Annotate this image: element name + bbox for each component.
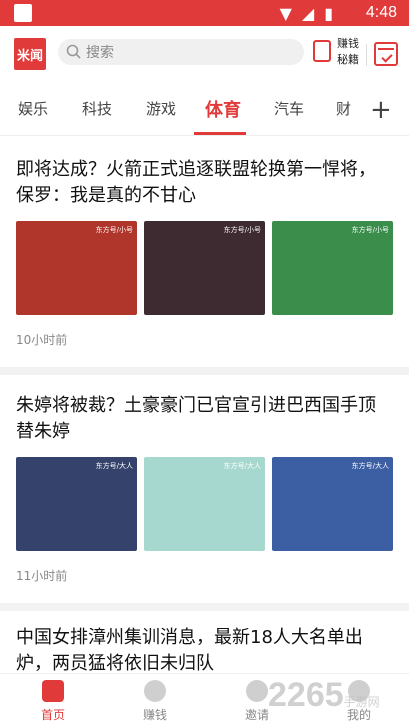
article-thumbnails: 东方号/小号 东方号/小号 东方号/小号: [16, 221, 393, 315]
thumbnail-watermark: 东方号/大人: [223, 462, 261, 470]
article-thumbnail[interactable]: 东方号/大人: [144, 457, 265, 551]
tab-technology[interactable]: 科技: [82, 98, 112, 119]
article-title[interactable]: 朱婷将被裁？土豪豪门已官宣引进巴西国手顶替朱婷: [16, 393, 393, 445]
category-tabs: 娱乐 科技 游戏 体育 汽车 财 +: [0, 82, 409, 136]
nav-earn-label: 赚钱: [142, 708, 167, 722]
tab-games[interactable]: 游戏: [146, 98, 176, 119]
article-separator: [0, 367, 409, 375]
article-card[interactable]: 朱婷将被裁？土豪豪门已官宣引进巴西国手顶替朱婷 东方号/大人 东方号/大人 东方…: [0, 393, 409, 584]
article-thumbnail[interactable]: 东方号/大人: [16, 457, 137, 551]
signal-icon: ◢: [301, 4, 315, 23]
app-logo[interactable]: 米闻: [14, 38, 46, 70]
active-tab-indicator: [194, 132, 246, 135]
article-title[interactable]: 中国女排漳州集训消息，最新18人大名单出炉，两员猛将依旧未归队: [16, 625, 393, 673]
watermark-subtext: 手游网: [343, 695, 380, 709]
battery-icon: ▮: [324, 4, 333, 23]
status-icons: ▼ ◢ ▮: [280, 4, 333, 23]
checkin-calendar-icon[interactable]: [374, 42, 398, 66]
thumbnail-watermark: 东方号/小号: [95, 226, 133, 234]
money-icon: [144, 680, 166, 702]
article-thumbnail[interactable]: 东方号/小号: [272, 221, 393, 315]
article-time: 11小时前: [16, 569, 68, 583]
article-card[interactable]: 即将达成？火箭正式追逐联盟轮换第一悍将，保罗：我是真的不甘心 东方号/小号 东方…: [0, 157, 409, 348]
nav-invite-label: 邀请: [244, 708, 269, 722]
status-bar: ▼ ◢ ▮ 4:48: [0, 0, 409, 26]
site-watermark: 2265手游网: [268, 676, 380, 715]
news-feed: 即将达成？火箭正式追逐联盟轮换第一悍将，保罗：我是真的不甘心 东方号/小号 东方…: [0, 137, 409, 673]
search-placeholder: 搜索: [86, 45, 114, 61]
article-card[interactable]: 中国女排漳州集训消息，最新18人大名单出炉，两员猛将依旧未归队: [0, 625, 409, 673]
thumbnail-watermark: 东方号/小号: [351, 226, 389, 234]
nav-home[interactable]: 首页: [13, 680, 93, 723]
article-thumbnail[interactable]: 东方号/小号: [144, 221, 265, 315]
thumbnail-watermark: 东方号/大人: [95, 462, 133, 470]
thumbnail-watermark: 东方号/小号: [223, 226, 261, 234]
app-header: 米闻 搜索 赚钱 秘籍: [0, 26, 409, 82]
earn-tips-button[interactable]: 赚钱 秘籍: [313, 36, 363, 70]
search-input[interactable]: 搜索: [58, 39, 304, 65]
add-tab-icon[interactable]: +: [370, 95, 392, 125]
header-divider: [366, 44, 367, 66]
tab-sports[interactable]: 体育: [205, 96, 241, 122]
notification-icon: [14, 4, 32, 22]
thumbnail-watermark: 东方号/大人: [351, 462, 389, 470]
nav-home-label: 首页: [40, 708, 65, 722]
bookmark-icon: [313, 40, 331, 62]
watermark-text: 2265: [268, 676, 344, 714]
article-separator: [0, 603, 409, 611]
article-thumbnail[interactable]: 东方号/小号: [16, 221, 137, 315]
tab-entertainment[interactable]: 娱乐: [18, 98, 48, 119]
search-icon: [66, 44, 81, 59]
tab-finance[interactable]: 财: [336, 98, 351, 119]
wifi-icon: ▼: [279, 4, 292, 23]
article-thumbnails: 东方号/大人 东方号/大人 东方号/大人: [16, 457, 393, 551]
article-time: 10小时前: [16, 333, 68, 347]
envelope-icon: [246, 680, 268, 702]
nav-earn[interactable]: 赚钱: [115, 680, 195, 723]
earn-tips-label: 赚钱 秘籍: [337, 37, 359, 66]
tab-autos[interactable]: 汽车: [274, 98, 304, 119]
home-icon: [42, 680, 64, 702]
article-title[interactable]: 即将达成？火箭正式追逐联盟轮换第一悍将，保罗：我是真的不甘心: [16, 157, 393, 209]
article-thumbnail[interactable]: 东方号/大人: [272, 457, 393, 551]
status-time: 4:48: [365, 4, 397, 21]
